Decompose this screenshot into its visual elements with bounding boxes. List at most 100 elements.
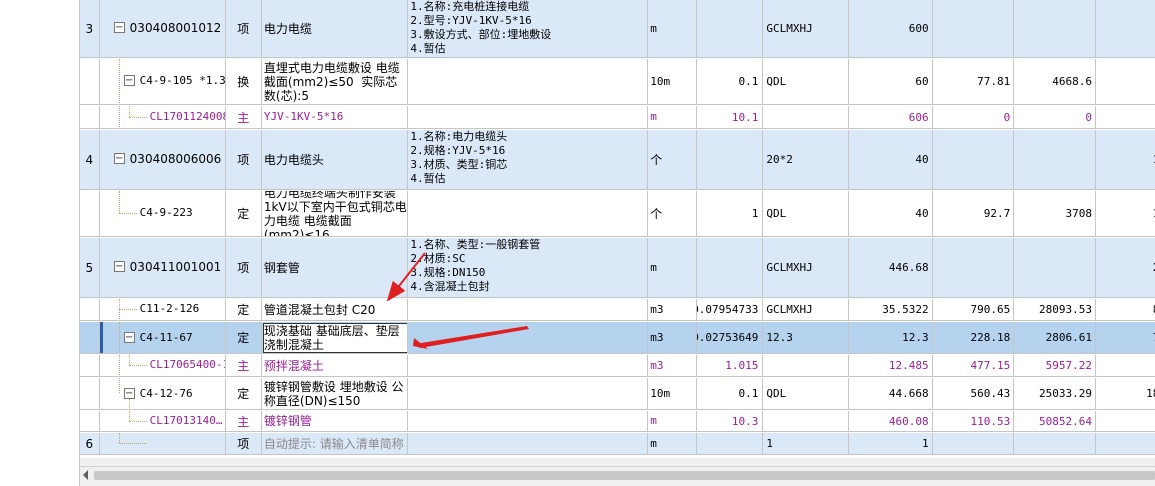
scrollbar-thumb[interactable] [94,471,1155,480]
table-row[interactable]: − C4-12-76 定 镀锌钢管敷设 埋地敷设 公称直径(DN)≤150 10… [80,378,1155,410]
unit-cell[interactable]: 个 [648,191,698,236]
collapse-toggle-icon[interactable]: − [113,22,125,33]
type-cell[interactable]: 主 [226,355,262,376]
total-cell[interactable]: 50852.64 [1014,411,1096,431]
code-cell[interactable]: CL17065400-1 [100,355,226,376]
type-cell[interactable]: 项 [226,0,262,57]
features-cell[interactable] [408,59,649,104]
amount-cell[interactable]: 600 [849,0,933,57]
table-row[interactable]: C11-2-126 定 管道混凝土包封 C20 m3 0.07954733 GC… [80,299,1155,321]
table-row[interactable]: CL1701124008 主 YJV-1KV-5*16 m 10.1 606 0… [80,106,1155,129]
expr-cell[interactable]: 20*2 [763,130,850,189]
expr-cell[interactable]: QDL [763,191,850,236]
price-cell[interactable]: 92.7 [933,191,1015,236]
unit-cell[interactable]: m3 [648,299,698,320]
type-cell[interactable]: 定 [226,299,262,320]
price-cell[interactable] [933,130,1015,189]
unit-cell[interactable]: m [648,411,698,431]
name-cell[interactable]: 预拌混凝土 [262,355,409,376]
table-row[interactable]: 6 项 自动提示: 请输入清单简称 m 1 1 [80,433,1155,455]
code-cell[interactable]: − 030408006006 [100,130,226,189]
cut-cell[interactable]: 10 [1096,191,1155,236]
price-cell[interactable]: 477.15 [933,355,1015,376]
amount-cell[interactable]: 12.485 [849,355,933,376]
price-cell[interactable]: 790.65 [933,299,1015,320]
type-cell[interactable]: 项 [226,433,262,454]
amount-cell[interactable]: 606 [849,106,933,128]
cut-cell[interactable]: 182 [1096,378,1155,409]
unit-cell[interactable]: m3 [648,355,698,376]
table-row[interactable]: C4-9-223 定 电力电缆终端头制作安装 1kV以下室内干包式铜芯电力电缆 … [80,191,1155,237]
total-cell[interactable]: 0 [1014,106,1096,128]
features-cell[interactable]: 1.名称、类型:一般钢套管 2.材质:SC 3.规格:DN150 4.含混凝土包… [408,238,649,297]
price-cell[interactable] [933,433,1015,454]
amount-cell[interactable]: 40 [849,191,933,236]
total-cell[interactable]: 4668.6 [1014,59,1096,104]
unit-cell[interactable]: m [648,238,698,297]
type-cell[interactable]: 项 [226,238,262,297]
features-cell[interactable] [408,322,649,353]
horizontal-scrollbar[interactable] [80,466,1155,483]
total-cell[interactable]: 25033.29 [1014,378,1096,409]
expr-cell[interactable] [763,355,850,376]
code-cell[interactable]: − 030408001012 [100,0,226,57]
price-cell[interactable]: 110.53 [933,411,1015,431]
table-row[interactable]: 4 − 030408006006 项 电力电缆头 1.名称:电力电缆头 2.规格… [80,130,1155,190]
expr-cell[interactable]: QDL [763,378,850,409]
qty-cell[interactable]: 10.3 [697,411,764,431]
qty-cell[interactable]: 0.1 [697,59,764,104]
qty-cell[interactable]: 0.07954733 [697,299,764,320]
cut-cell[interactable]: 10 [1096,130,1155,189]
name-cell[interactable]: YJV-1KV-5*16 [262,106,409,128]
name-cell[interactable]: 镀锌钢管敷设 埋地敷设 公称直径(DN)≤150 [262,378,409,409]
unit-cell[interactable]: 10m [648,378,698,409]
name-cell[interactable]: 电力电缆 [262,0,409,57]
expr-cell[interactable]: 12.3 [763,322,850,353]
collapse-toggle-icon[interactable]: − [123,388,135,399]
cut-cell[interactable] [1096,0,1155,57]
total-cell[interactable] [1014,238,1096,297]
expr-cell[interactable] [763,106,850,128]
total-cell[interactable]: 2806.61 [1014,322,1096,353]
qty-cell[interactable] [697,433,764,454]
name-cell[interactable]: 钢套管 [262,238,409,297]
unit-cell[interactable]: 个 [648,130,698,189]
features-cell[interactable] [408,106,649,128]
unit-cell[interactable]: m [648,0,698,57]
type-cell[interactable]: 主 [226,106,262,128]
code-cell[interactable]: − C4-11-67 [100,322,226,353]
total-cell[interactable]: 28093.53 [1014,299,1096,320]
type-cell[interactable]: 项 [226,130,262,189]
expr-cell[interactable] [763,411,850,431]
amount-cell[interactable]: 446.68 [849,238,933,297]
cut-cell[interactable]: 27 [1096,238,1155,297]
code-cell[interactable]: − 030411001001 [100,238,226,297]
expr-cell[interactable]: QDL [763,59,850,104]
cut-cell[interactable]: 86 [1096,299,1155,320]
price-cell[interactable]: 0 [933,106,1015,128]
features-cell[interactable] [408,299,649,320]
qty-cell[interactable]: 0.1 [697,378,764,409]
qty-cell[interactable] [697,0,764,57]
amount-cell[interactable]: 12.3 [849,322,933,353]
amount-cell[interactable]: 35.5322 [849,299,933,320]
type-cell[interactable]: 定 [226,191,262,236]
cut-cell[interactable]: 9 [1096,59,1155,104]
price-cell[interactable] [933,0,1015,57]
features-cell[interactable] [408,433,649,454]
cut-cell[interactable]: 76 [1096,322,1155,353]
collapse-toggle-icon[interactable]: − [113,261,125,272]
features-cell[interactable]: 1.名称:充电桩连接电缆 2.型号:YJV-1KV-5*16 3.敷设方式、部位… [408,0,649,57]
collapse-toggle-icon[interactable]: − [123,332,135,343]
name-cell-editing[interactable]: 现浇基础 基础底层、垫层浇制混凝土 [262,322,409,353]
amount-cell[interactable]: 60 [849,59,933,104]
cut-cell[interactable] [1096,433,1155,454]
name-cell[interactable]: 自动提示: 请输入清单简称 [262,433,409,454]
type-cell[interactable]: 换 [226,59,262,104]
type-cell[interactable]: 主 [226,411,262,431]
total-cell[interactable] [1014,130,1096,189]
type-cell[interactable]: 定 [226,378,262,409]
name-cell[interactable]: 镀锌钢管 [262,411,409,431]
unit-cell[interactable]: m [648,106,698,128]
table-row[interactable]: − C4-9-105 *1.3 换 直埋式电力电缆敷设 电缆截面(mm2)≤50… [80,59,1155,105]
